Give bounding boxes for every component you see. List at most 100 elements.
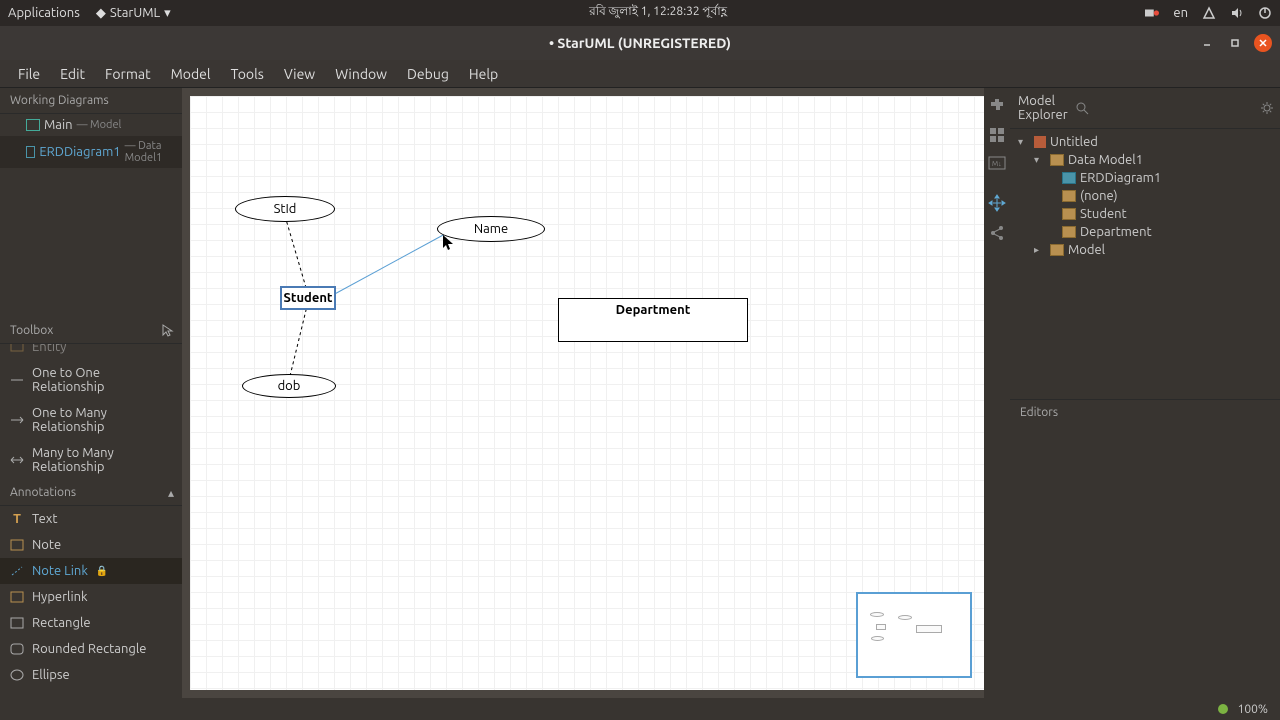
- tree-toggle-icon[interactable]: ▾: [1034, 154, 1046, 166]
- clock-label: রবি জুলাই 1, 12:28:32 পূর্বাহ্ণ: [171, 3, 1146, 23]
- working-diagram-label: Main: [44, 118, 73, 132]
- working-diagram-erd[interactable]: ERDDiagram1 — Data Model1: [0, 136, 182, 168]
- tool-entity[interactable]: Entity: [0, 344, 182, 360]
- tree-label: Department: [1080, 225, 1152, 239]
- shape-label: StId: [274, 202, 297, 216]
- tool-rounded-rectangle[interactable]: Rounded Rectangle: [0, 636, 182, 662]
- working-diagram-sublabel: — Model: [77, 119, 122, 131]
- menu-window[interactable]: Window: [325, 66, 397, 82]
- tool-label: Entity: [32, 344, 66, 354]
- diagram-icon: [26, 119, 40, 131]
- menu-tools[interactable]: Tools: [221, 66, 274, 82]
- gear-icon[interactable]: [1260, 101, 1274, 115]
- pointer-tool-icon[interactable]: [162, 324, 174, 338]
- applications-menu[interactable]: Applications: [8, 6, 80, 20]
- menu-model[interactable]: Model: [161, 66, 221, 82]
- minimize-button[interactable]: [1198, 34, 1216, 52]
- tool-many-to-many[interactable]: Many to Many Relationship: [0, 440, 182, 480]
- erd-entity-department[interactable]: Department: [558, 298, 748, 342]
- entity-icon: [1062, 226, 1076, 238]
- tree-label: Model: [1068, 243, 1105, 257]
- move-icon[interactable]: [988, 194, 1006, 212]
- tool-note[interactable]: Note: [0, 532, 182, 558]
- menu-file[interactable]: File: [8, 66, 50, 82]
- search-icon[interactable]: [1076, 102, 1089, 115]
- markdown-icon[interactable]: M↓: [988, 156, 1006, 174]
- tree-label: Data Model1: [1068, 153, 1143, 167]
- right-rail: M↓: [984, 88, 1010, 698]
- left-panel: Working Diagrams Main — Model ERDDiagram…: [0, 88, 182, 698]
- working-diagram-main[interactable]: Main — Model: [0, 114, 182, 136]
- window-title-bar: • StarUML (UNREGISTERED): [0, 26, 1280, 60]
- close-button[interactable]: [1254, 34, 1272, 52]
- screen-record-icon[interactable]: [1145, 6, 1159, 20]
- tree-none[interactable]: (none): [1010, 187, 1280, 205]
- toolbox-header-label: Toolbox: [10, 324, 53, 337]
- note-link-icon: [10, 564, 24, 578]
- network-icon[interactable]: [1202, 6, 1216, 20]
- maximize-button[interactable]: [1226, 34, 1244, 52]
- tool-ellipse[interactable]: Ellipse: [0, 662, 182, 688]
- tree-project[interactable]: ▾ Untitled: [1010, 133, 1280, 151]
- project-icon: [1034, 136, 1046, 148]
- relationship-icon: [10, 453, 24, 467]
- power-icon[interactable]: [1258, 6, 1272, 20]
- tool-one-to-one[interactable]: One to One Relationship: [0, 360, 182, 400]
- tree-label: (none): [1080, 189, 1118, 203]
- shape-label: Student: [283, 291, 332, 305]
- app-indicator[interactable]: ◆ StarUML ▾: [96, 6, 171, 21]
- menu-edit[interactable]: Edit: [50, 66, 95, 82]
- tool-text[interactable]: T Text: [0, 506, 182, 532]
- tree-toggle-icon[interactable]: ▸: [1034, 244, 1046, 256]
- tree-student[interactable]: Student: [1010, 205, 1280, 223]
- text-icon: T: [10, 512, 24, 526]
- explorer-search-input[interactable]: [1097, 102, 1252, 115]
- diagram-canvas[interactable]: StId Name Student dob Department: [190, 96, 984, 690]
- shape-label: Department: [616, 303, 691, 317]
- tool-one-to-many[interactable]: One to Many Relationship: [0, 400, 182, 440]
- minimap[interactable]: [856, 592, 972, 678]
- tree-department[interactable]: Department: [1010, 223, 1280, 241]
- menu-bar: File Edit Format Model Tools View Window…: [0, 60, 1280, 88]
- status-bar: 100%: [0, 698, 1280, 720]
- tool-label: Many to Many Relationship: [32, 446, 172, 474]
- language-indicator[interactable]: en: [1173, 6, 1188, 20]
- share-icon[interactable]: [988, 224, 1006, 242]
- tool-rectangle[interactable]: Rectangle: [0, 610, 182, 636]
- annotations-header[interactable]: Annotations ▴: [0, 480, 182, 506]
- zoom-level[interactable]: 100%: [1238, 703, 1268, 716]
- tool-label: Note: [32, 538, 61, 552]
- extension-icon[interactable]: [988, 96, 1006, 114]
- ellipse-icon: [10, 668, 24, 682]
- tree-label: Untitled: [1050, 135, 1098, 149]
- rectangle-icon: [10, 616, 24, 630]
- working-diagrams-header: Working Diagrams: [0, 88, 182, 114]
- tree-model[interactable]: ▸ Model: [1010, 241, 1280, 259]
- tool-note-link[interactable]: Note Link 🔒: [0, 558, 182, 584]
- tool-label: Rounded Rectangle: [32, 642, 146, 656]
- tree-data-model[interactable]: ▾ Data Model1: [1010, 151, 1280, 169]
- volume-icon[interactable]: [1230, 6, 1244, 20]
- tool-hyperlink[interactable]: Hyperlink: [0, 584, 182, 610]
- tree-erd-diagram[interactable]: ERDDiagram1: [1010, 169, 1280, 187]
- grid-icon[interactable]: [988, 126, 1006, 144]
- tool-label: Note Link: [32, 564, 88, 578]
- erd-entity-student[interactable]: Student: [280, 286, 336, 310]
- tool-label: Ellipse: [32, 668, 70, 682]
- entity-icon: [1062, 208, 1076, 220]
- menu-help[interactable]: Help: [459, 66, 508, 82]
- svg-text:M↓: M↓: [992, 160, 1002, 168]
- menu-format[interactable]: Format: [95, 66, 161, 82]
- tool-label: Rectangle: [32, 616, 91, 630]
- os-top-bar: Applications ◆ StarUML ▾ রবি জুলাই 1, 12…: [0, 0, 1280, 26]
- erd-attribute-stid[interactable]: StId: [235, 196, 335, 222]
- menu-view[interactable]: View: [274, 66, 325, 82]
- relationship-icon: [10, 373, 24, 387]
- erd-attribute-dob[interactable]: dob: [242, 374, 336, 398]
- entity-icon: [1062, 190, 1076, 202]
- lock-icon: 🔒: [96, 565, 108, 577]
- tree-toggle-icon[interactable]: ▾: [1018, 136, 1030, 148]
- menu-debug[interactable]: Debug: [397, 66, 459, 82]
- tool-label: One to Many Relationship: [32, 406, 172, 434]
- model-explorer-header: Model Explorer: [1018, 94, 1068, 122]
